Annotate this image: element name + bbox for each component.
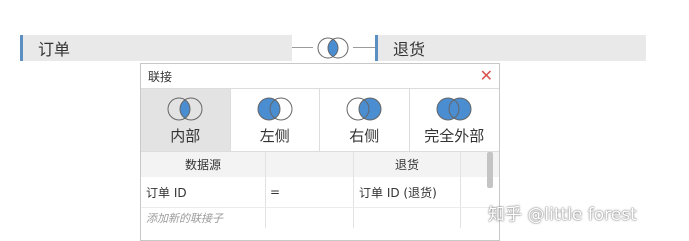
join-connector-left [292,47,313,48]
join-clause-row[interactable]: 订单 ID = 订单 ID (退货) [141,177,499,208]
inner-join-icon [167,97,203,121]
clause-table-header: 数据源 退货 [141,152,499,177]
join-dialog: 联接 ✕ 内部 左侧 右侧 完全外部 数据源 退货 订单 ID = 订单 ID … [140,63,500,241]
join-type-label: 左侧 [259,127,290,145]
clause-right-field[interactable]: 订单 ID (退货) [354,177,461,207]
close-icon[interactable]: ✕ [480,68,493,84]
join-node-button[interactable] [313,35,353,61]
left-table-name: 订单 [38,40,71,59]
clause-operator[interactable]: = [266,177,354,207]
join-type-inner[interactable]: 内部 [141,89,231,151]
join-type-left[interactable]: 左侧 [231,89,320,151]
add-clause-right-empty [354,208,461,228]
add-clause-placeholder[interactable]: 添加新的联接子 [141,208,266,228]
right-table-pill[interactable]: 退货 [375,35,646,61]
join-connector-right [353,47,375,48]
join-type-full-outer[interactable]: 完全外部 [410,89,500,151]
dialog-title: 联接 [148,69,173,84]
right-join-icon [346,97,382,121]
add-clause-spacer [461,208,489,228]
watermark-text: 知乎 @little forest [488,205,637,225]
full-outer-join-icon [436,97,472,121]
join-clause-table: 数据源 退货 订单 ID = 订单 ID (退货) 添加新的联接子 [141,152,499,228]
clause-spacer [461,177,489,207]
column-header-operator [266,152,354,177]
add-clause-operator-empty [266,208,354,228]
dialog-header: 联接 ✕ [141,64,499,89]
column-header-right-source: 退货 [354,152,461,177]
add-clause-row[interactable]: 添加新的联接子 [141,208,499,228]
join-type-label: 完全外部 [424,127,485,145]
left-table-pill[interactable]: 订单 [20,35,292,61]
join-type-label: 内部 [170,127,201,145]
right-table-name: 退货 [393,40,426,59]
join-type-selector: 内部 左侧 右侧 完全外部 [141,89,499,152]
join-type-label: 右侧 [349,127,380,145]
clause-table-scrollbar[interactable] [487,152,493,188]
left-join-icon [257,97,293,121]
join-type-right[interactable]: 右侧 [320,89,410,151]
column-header-left-source: 数据源 [141,152,266,177]
inner-join-icon [317,37,349,59]
clause-left-field[interactable]: 订单 ID [141,177,266,207]
column-header-spacer [461,152,489,177]
